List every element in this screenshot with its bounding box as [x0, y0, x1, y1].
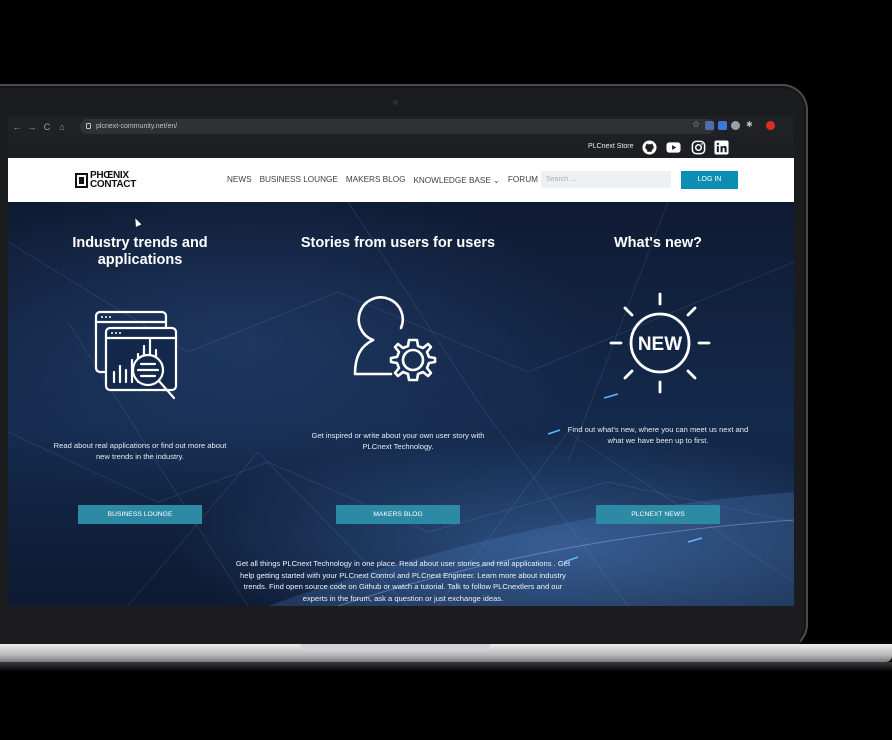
star-icon[interactable]: ☆: [692, 119, 701, 129]
site-header: PHŒNIX CONTACT NEWS BUSINESS LOUNGE MAKE…: [8, 158, 794, 202]
makers-blog-button[interactable]: MAKERS BLOG: [336, 505, 460, 524]
browser-toolbar: ← → C ⌂ plcnext-community.net/en/ ☆ ✱: [8, 116, 794, 137]
logo-mark-icon: [75, 172, 88, 188]
new-badge-icon: NEW: [609, 292, 711, 394]
home-icon[interactable]: ⌂: [56, 122, 68, 132]
business-lounge-button[interactable]: BUSINESS LOUNGE: [78, 505, 202, 524]
intro-paragraph: Get all things PLCnext Technology in one…: [235, 559, 571, 603]
nav-knowledge-base[interactable]: KNOWLEDGE BASE ⌄: [413, 175, 499, 185]
laptop-shadow: [0, 662, 892, 672]
column-description: Read about real applications or find out…: [53, 441, 227, 461]
instagram-icon[interactable]: [691, 140, 706, 155]
nav-business-lounge[interactable]: BUSINESS LOUNGE: [260, 175, 338, 185]
laptop-hinge-notch: [300, 644, 490, 650]
column-title: Industry trends and applications: [72, 235, 208, 268]
puzzle-icon[interactable]: ✱: [746, 120, 755, 129]
plcnext-news-button[interactable]: PLCNEXT NEWS: [596, 505, 720, 524]
github-icon[interactable]: [642, 140, 657, 155]
column-description: Find out what's new, where you can meet …: [567, 425, 749, 445]
laptop-screen: ← → C ⌂ plcnext-community.net/en/ ☆ ✱ PL…: [8, 116, 794, 606]
arrow-right-icon[interactable]: →: [26, 122, 38, 132]
column-title: Stories from users for users: [300, 235, 496, 251]
arrow-left-icon[interactable]: ←: [11, 122, 23, 132]
extension-icon[interactable]: [718, 121, 727, 130]
column-description: Get inspired or write about your own use…: [311, 431, 485, 451]
reload-icon[interactable]: C: [41, 122, 53, 132]
search-input[interactable]: [541, 171, 671, 188]
svg-text:NEW: NEW: [638, 334, 682, 355]
webcam: [393, 100, 398, 105]
nav-makers-blog[interactable]: MAKERS BLOG: [346, 175, 406, 185]
profile-avatar[interactable]: [766, 121, 775, 130]
extension-icon[interactable]: [705, 121, 714, 130]
lock-icon: [86, 123, 91, 129]
url-text: plcnext-community.net/en/: [96, 123, 178, 130]
user-gear-icon: [353, 296, 437, 382]
logo-line2: CONTACT: [90, 179, 137, 190]
phoenix-contact-logo[interactable]: PHŒNIX CONTACT: [75, 170, 136, 190]
nav-news[interactable]: NEWS: [227, 175, 252, 185]
laptop-bezel-chin: [0, 606, 800, 644]
youtube-icon[interactable]: [666, 140, 681, 155]
linkedin-icon[interactable]: [714, 140, 729, 155]
column-title: What's new?: [613, 235, 703, 251]
hero-section: Industry trends and applications Read ab…: [8, 202, 794, 606]
address-bar[interactable]: plcnext-community.net/en/: [80, 119, 715, 134]
utility-bar: PLCnext Store: [8, 137, 794, 158]
login-button[interactable]: LOG IN: [681, 171, 738, 189]
main-nav: NEWS BUSINESS LOUNGE MAKERS BLOG KNOWLED…: [227, 175, 546, 185]
store-link[interactable]: PLCnext Store: [588, 143, 634, 150]
analytics-magnifier-icon: [94, 310, 178, 400]
nav-forum[interactable]: FORUM: [508, 175, 538, 185]
extension-icon[interactable]: [731, 121, 740, 130]
